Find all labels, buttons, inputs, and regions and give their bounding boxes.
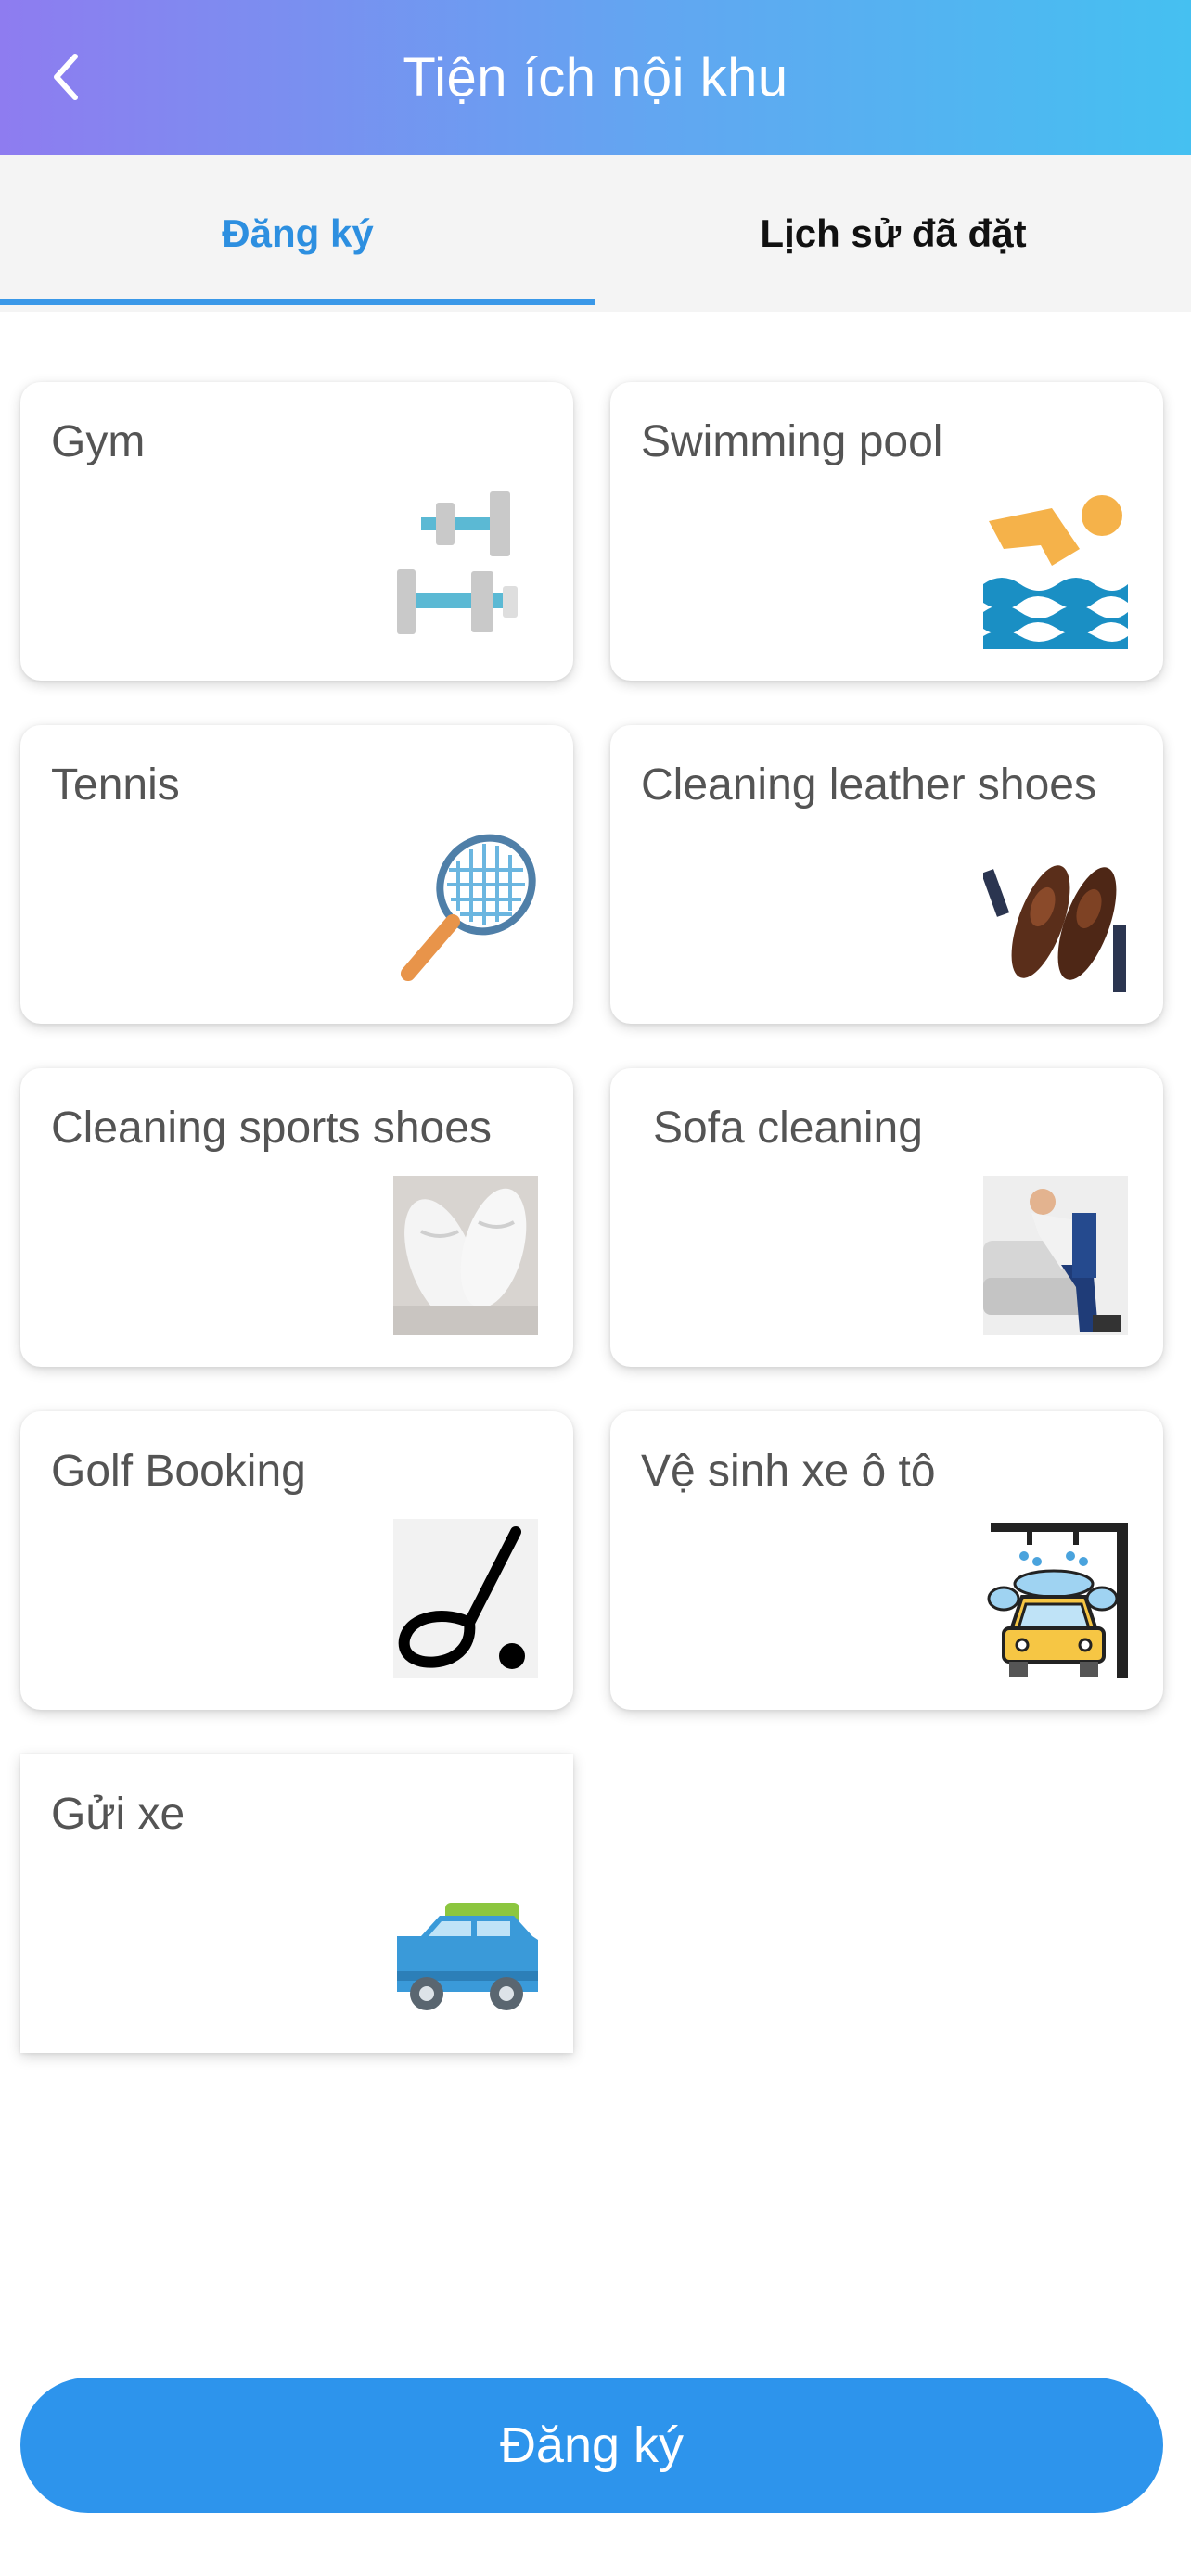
page-title: Tiện ích nội khu <box>403 47 788 108</box>
sofa-cleaning-photo <box>983 1176 1128 1335</box>
car-wash-icon <box>983 1519 1128 1678</box>
service-card-parking[interactable]: Gửi xe <box>20 1754 573 2053</box>
service-card-cleaning-leather-shoes[interactable]: Cleaning leather shoes <box>610 725 1163 1024</box>
service-title: Vệ sinh xe ô tô <box>641 1447 936 1496</box>
service-card-gym[interactable]: Gym <box>20 382 573 681</box>
tab-register[interactable]: Đăng ký <box>0 155 596 312</box>
service-title: Swimming pool <box>641 417 943 466</box>
service-title: Cleaning leather shoes <box>641 760 1096 810</box>
sneakers-photo <box>393 1176 538 1335</box>
service-title: Cleaning sports shoes <box>51 1103 492 1153</box>
service-title: Gym <box>51 417 146 466</box>
service-title: Gửi xe <box>51 1790 186 1839</box>
swimmer-icon <box>983 490 1128 649</box>
app-header: Tiện ích nội khu <box>0 0 1191 155</box>
service-title: Tennis <box>51 760 180 810</box>
service-card-tennis[interactable]: Tennis <box>20 725 573 1024</box>
parking-van-icon <box>393 1862 538 2021</box>
service-card-car-wash[interactable]: Vệ sinh xe ô tô <box>610 1411 1163 1710</box>
tab-booking-history[interactable]: Lịch sử đã đặt <box>596 155 1191 312</box>
tennis-racket-icon <box>393 833 538 992</box>
service-card-golf-booking[interactable]: Golf Booking <box>20 1411 573 1710</box>
service-title: Golf Booking <box>51 1447 306 1496</box>
service-grid: Gym Swimming pool Tennis Cleaning leathe… <box>20 382 1163 2053</box>
service-title: Sofa cleaning <box>653 1103 923 1153</box>
dumbbell-icon <box>393 490 538 649</box>
register-button[interactable]: Đăng ký <box>20 2378 1163 2513</box>
service-card-sofa-cleaning[interactable]: Sofa cleaning <box>610 1068 1163 1367</box>
leather-shoes-icon <box>983 833 1128 992</box>
golf-club-icon <box>393 1519 538 1678</box>
tab-bar: Đăng ký Lịch sử đã đặt <box>0 155 1191 312</box>
service-card-cleaning-sports-shoes[interactable]: Cleaning sports shoes <box>20 1068 573 1367</box>
service-card-swimming-pool[interactable]: Swimming pool <box>610 382 1163 681</box>
